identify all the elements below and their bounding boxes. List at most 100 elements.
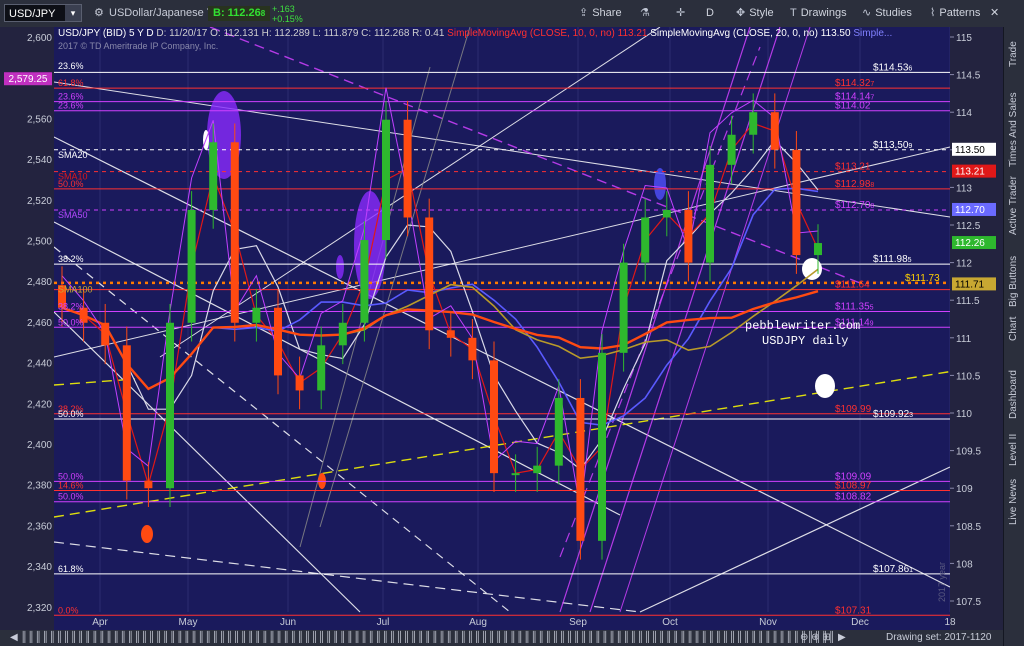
right-tab-label: Level II — [1008, 433, 1019, 466]
right-tab[interactable]: Dashboard — [1004, 357, 1024, 419]
right-tick-label: 109 — [956, 484, 973, 495]
studies-icon: ∿ — [862, 7, 872, 19]
share-button[interactable]: ⇪ Share — [579, 0, 622, 27]
right-tick-label: 108.5 — [956, 522, 981, 533]
change-percent: +0.15% — [272, 14, 303, 24]
fib-price-small: 5 — [908, 257, 912, 264]
right-tick-label: 107.5 — [956, 597, 981, 608]
left-tick-label: 2,360 — [27, 521, 52, 532]
indicator-label: SMA20 — [58, 150, 88, 160]
drawing-set-label: Drawing set: 2017-1120 — [886, 632, 992, 643]
candle-body — [468, 337, 477, 361]
candle-body — [706, 164, 714, 263]
top-toolbar: USD/JPY ▾ ⚙ USDollar/Japanese Yen Spot B… — [0, 0, 1024, 28]
candle-body — [814, 243, 822, 256]
candle-body — [101, 322, 110, 346]
price-marker-label: 113.50 — [955, 145, 985, 156]
fib-price-label: $111.985 — [873, 254, 912, 265]
candle-body — [727, 134, 736, 165]
header-part: D: 11/20/17 — [154, 28, 208, 39]
right-tab-label: Active Trader — [1008, 176, 1019, 235]
fib-price-label: $113.509 — [873, 140, 912, 151]
fib-price-label: $112.708 — [835, 200, 874, 211]
symbol-dropdown-icon[interactable]: ▾ — [65, 5, 81, 21]
candle-body — [792, 149, 801, 256]
patterns-button[interactable]: ⌇ Patterns — [930, 0, 980, 27]
fib-price-label: $109.99 — [835, 404, 872, 415]
scrollbar[interactable]: ◀ ║║║║║║║║║║║║║║║║║║║║║║║║║║║║║║║║║║║║║║… — [10, 630, 846, 646]
fib-price-small: 9 — [870, 320, 874, 327]
fib-price-label: $108.97 — [835, 480, 872, 491]
change-value: +.163 — [272, 4, 295, 14]
right-tab-label: Dashboard — [1008, 370, 1019, 419]
candle-body — [338, 322, 347, 346]
right-tab[interactable]: Big Buttons — [1004, 252, 1024, 312]
studies-button[interactable]: ∿ Studies — [862, 0, 912, 27]
x-tick-label: May — [179, 617, 198, 628]
price-marker-label: 111.71 — [955, 279, 985, 290]
zoom-controls[interactable]: ⊖ ⊕ ⊞ — [800, 630, 831, 646]
fib-price-small: 8 — [870, 203, 874, 210]
watermark-caption: USDJPY daily — [762, 334, 848, 348]
style-button[interactable]: ✥ Style — [736, 0, 774, 27]
close-icon[interactable]: ✕ — [990, 0, 999, 27]
right-tick-label: 112.5 — [956, 221, 981, 232]
header-part: L: 111.87 — [310, 28, 353, 39]
indicator-label: SMA100 — [58, 284, 93, 294]
candle-body — [360, 240, 369, 323]
right-tick-label: 110.5 — [956, 371, 981, 382]
left-tick-label: 2,440 — [27, 359, 52, 370]
candle-body — [662, 209, 671, 218]
candle-body — [619, 262, 628, 353]
bottom-bar: ◀ ║║║║║║║║║║║║║║║║║║║║║║║║║║║║║║║║║║║║║║… — [0, 630, 1003, 646]
left-tick-label: 2,320 — [27, 603, 52, 614]
fib-price-label: $113.21 — [835, 162, 871, 173]
candle-body — [576, 397, 585, 541]
header-part: Simple... — [851, 28, 893, 39]
fib-percent-label: 0.0% — [58, 605, 79, 615]
right-tick-label: 114.5 — [956, 71, 981, 82]
fib-price-label: $114.327 — [835, 78, 874, 89]
header-part: C: 112.26 — [358, 28, 404, 39]
fib-percent-label: 61.8% — [58, 564, 84, 574]
fib-price-label: $112.988 — [835, 179, 874, 190]
x-tick-label: Oct — [662, 617, 678, 628]
left-current-label: 2,579.25 — [9, 74, 48, 85]
marker-dot — [802, 258, 822, 280]
candle-body — [446, 330, 455, 338]
fib-percent-label: 23.6% — [58, 61, 84, 71]
flask-button[interactable]: ⚗ — [640, 0, 654, 27]
x-tick-label: Nov — [759, 617, 777, 628]
left-tick-label: 2,420 — [27, 399, 52, 410]
copyright-text: 2017 © TD Ameritrade IP Company, Inc. — [58, 41, 218, 51]
right-tab[interactable]: Active Trader — [1004, 167, 1024, 235]
fib-percent-label: 61.8% — [58, 78, 84, 88]
left-tick-label: 2,560 — [27, 114, 52, 125]
right-tick-label: 108 — [956, 559, 973, 570]
patterns-icon: ⌇ — [930, 7, 936, 19]
candle-body — [144, 480, 153, 489]
left-tick-label: 2,600 — [27, 33, 52, 44]
right-tab[interactable]: Live News — [1004, 467, 1024, 527]
crosshair-icon: ✛ — [676, 7, 686, 19]
crosshair-button[interactable]: ✛ — [676, 0, 689, 27]
symbol-input[interactable]: USD/JPY ▾ — [4, 4, 82, 22]
share-icon: ⇪ — [579, 7, 589, 19]
fib-percent-label: 50.0% — [58, 317, 84, 327]
right-tick-label: 113 — [956, 183, 972, 194]
settings-icon[interactable]: ⚙ — [94, 0, 104, 27]
candle-body — [641, 217, 650, 263]
price-marker-label: 112.70 — [955, 205, 985, 216]
right-tab[interactable]: Times And Sales — [1004, 79, 1024, 167]
highlight-ellipse — [336, 255, 344, 279]
chart-area[interactable]: ➔ $114.536$114.327$114.147$114.02$113.50… — [0, 27, 1003, 630]
right-tab-label: Big Buttons — [1008, 255, 1019, 307]
candle-body — [230, 142, 239, 323]
candle-body — [187, 209, 196, 323]
candle-body — [274, 307, 282, 376]
fib-price-label: $114.536 — [873, 62, 912, 73]
left-tick-label: 2,540 — [27, 155, 52, 166]
period-button[interactable]: D — [706, 0, 714, 27]
drawings-button[interactable]: T Drawings — [790, 0, 847, 27]
header-part: SimpleMovingAvg (CLOSE, 20, 0, no) — [647, 28, 817, 39]
